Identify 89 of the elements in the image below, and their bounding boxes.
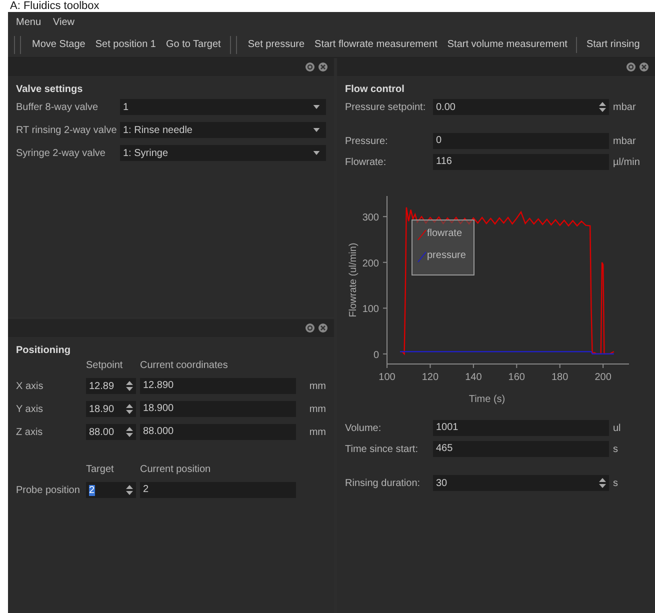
- dropdown-arrow-icon: [313, 128, 320, 132]
- toolbar-handle[interactable]: [14, 36, 21, 54]
- column-header: Current coordinates: [140, 360, 229, 371]
- column-header: Current position: [140, 464, 212, 475]
- field-label: Time since start:: [345, 444, 419, 454]
- toolbar-button[interactable]: Set position 1: [90, 36, 161, 53]
- readout-field: 0: [433, 133, 609, 149]
- spin-box[interactable]: 88.00: [86, 424, 136, 440]
- field-label: Flowrate:: [345, 156, 388, 168]
- spin-box[interactable]: 2: [86, 482, 136, 498]
- field-label: Pressure:: [345, 136, 389, 146]
- tick-label: 160: [508, 372, 525, 383]
- menu-item[interactable]: View: [49, 14, 79, 30]
- unit-label: s: [613, 444, 619, 454]
- dropdown[interactable]: 1: Syringe: [120, 145, 326, 161]
- tick-label: 140: [465, 372, 482, 383]
- unit-label: mbar: [613, 136, 637, 146]
- unit-label: mm: [308, 404, 326, 414]
- tick-label: 100: [378, 372, 396, 383]
- tick-label: 200: [594, 372, 612, 383]
- spin-arrows-icon[interactable]: [126, 426, 133, 438]
- readout-field: 116: [433, 154, 609, 170]
- legend-swatch: [418, 252, 426, 262]
- tick-label: 200: [362, 258, 379, 270]
- field-label: Volume:: [345, 422, 382, 434]
- axis-title: Time (s): [468, 394, 506, 405]
- column-header: Setpoint: [86, 360, 124, 371]
- tick-label: 300: [362, 212, 379, 224]
- legend-swatch: [418, 230, 426, 240]
- coordinate-field[interactable]: 88.000: [140, 424, 296, 440]
- position-field[interactable]: 2: [140, 482, 296, 498]
- float-icon[interactable]: [305, 62, 315, 72]
- section-title: Positioning: [16, 345, 72, 356]
- field-label: RT rinsing 2-way valve: [16, 124, 118, 136]
- section-title: Valve settings: [16, 84, 84, 95]
- coordinate-field[interactable]: 18.900: [140, 401, 296, 417]
- toolbar-button[interactable]: Start flowrate measurement: [310, 36, 442, 53]
- field-label: Probe position: [16, 484, 81, 496]
- spin-arrows-icon[interactable]: [126, 484, 133, 496]
- coordinate-field[interactable]: 12.890: [140, 378, 296, 394]
- section-title: Flow control: [345, 84, 406, 95]
- axis-label: Z axis: [16, 426, 44, 438]
- close-icon[interactable]: [318, 323, 328, 333]
- spin-box[interactable]: 12.89: [86, 378, 136, 394]
- toolbar-button[interactable]: Start rinsing: [581, 36, 645, 53]
- unit-label: mm: [308, 380, 326, 392]
- toolbar-button[interactable]: Start volume measurement: [442, 36, 572, 53]
- tick-label: 0: [373, 350, 379, 361]
- field-label: Pressure setpoint:: [345, 102, 427, 112]
- axis-label: Y axis: [16, 404, 44, 414]
- toolbar-handle[interactable]: [230, 36, 237, 54]
- legend-box: [412, 220, 474, 276]
- spin-arrows-icon[interactable]: [599, 101, 606, 113]
- tick-label: 180: [552, 372, 568, 383]
- dropdown[interactable]: 1: Rinse needle: [120, 122, 326, 138]
- float-icon[interactable]: [626, 62, 636, 72]
- axis-label: X axis: [16, 380, 44, 392]
- tick-label: 100: [362, 304, 379, 316]
- unit-label: µl/min: [613, 156, 641, 168]
- unit-label: mbar: [613, 102, 637, 112]
- field-label: Rinsing duration:: [345, 478, 422, 488]
- dropdown[interactable]: 1: [120, 99, 326, 115]
- spin-arrows-icon[interactable]: [126, 403, 133, 415]
- dropdown-arrow-icon: [313, 105, 320, 109]
- menu-item[interactable]: Menu: [12, 14, 46, 30]
- close-icon[interactable]: [318, 62, 328, 72]
- spin-arrows-icon[interactable]: [126, 380, 133, 392]
- spin-box[interactable]: 30: [433, 475, 609, 491]
- float-icon[interactable]: [305, 323, 315, 333]
- readout-field: 465: [433, 441, 609, 457]
- legend-label: flowrate: [427, 228, 462, 239]
- field-label: Syringe 2-way valve: [16, 148, 106, 158]
- toolbar-button[interactable]: Set pressure: [242, 36, 310, 53]
- axis-title: Flowrate (ul/min): [348, 242, 359, 318]
- spin-box[interactable]: 0.00: [433, 99, 609, 115]
- spin-arrows-icon[interactable]: [599, 477, 606, 489]
- readout-field: 1001: [433, 420, 609, 436]
- column-header: Target: [86, 464, 115, 475]
- spin-box[interactable]: 18.90: [86, 401, 136, 417]
- unit-label: ul: [613, 422, 622, 434]
- dropdown-arrow-icon: [313, 151, 320, 155]
- close-icon[interactable]: [639, 62, 649, 72]
- toolbar-button[interactable]: Move Stage: [27, 36, 90, 53]
- unit-label: mm: [308, 426, 326, 438]
- toolbar-button[interactable]: Go to Target: [160, 36, 226, 53]
- field-label: Buffer 8-way valve: [16, 102, 100, 112]
- tick-label: 120: [422, 372, 439, 383]
- unit-label: s: [613, 478, 619, 488]
- legend-label: pressure: [427, 250, 466, 261]
